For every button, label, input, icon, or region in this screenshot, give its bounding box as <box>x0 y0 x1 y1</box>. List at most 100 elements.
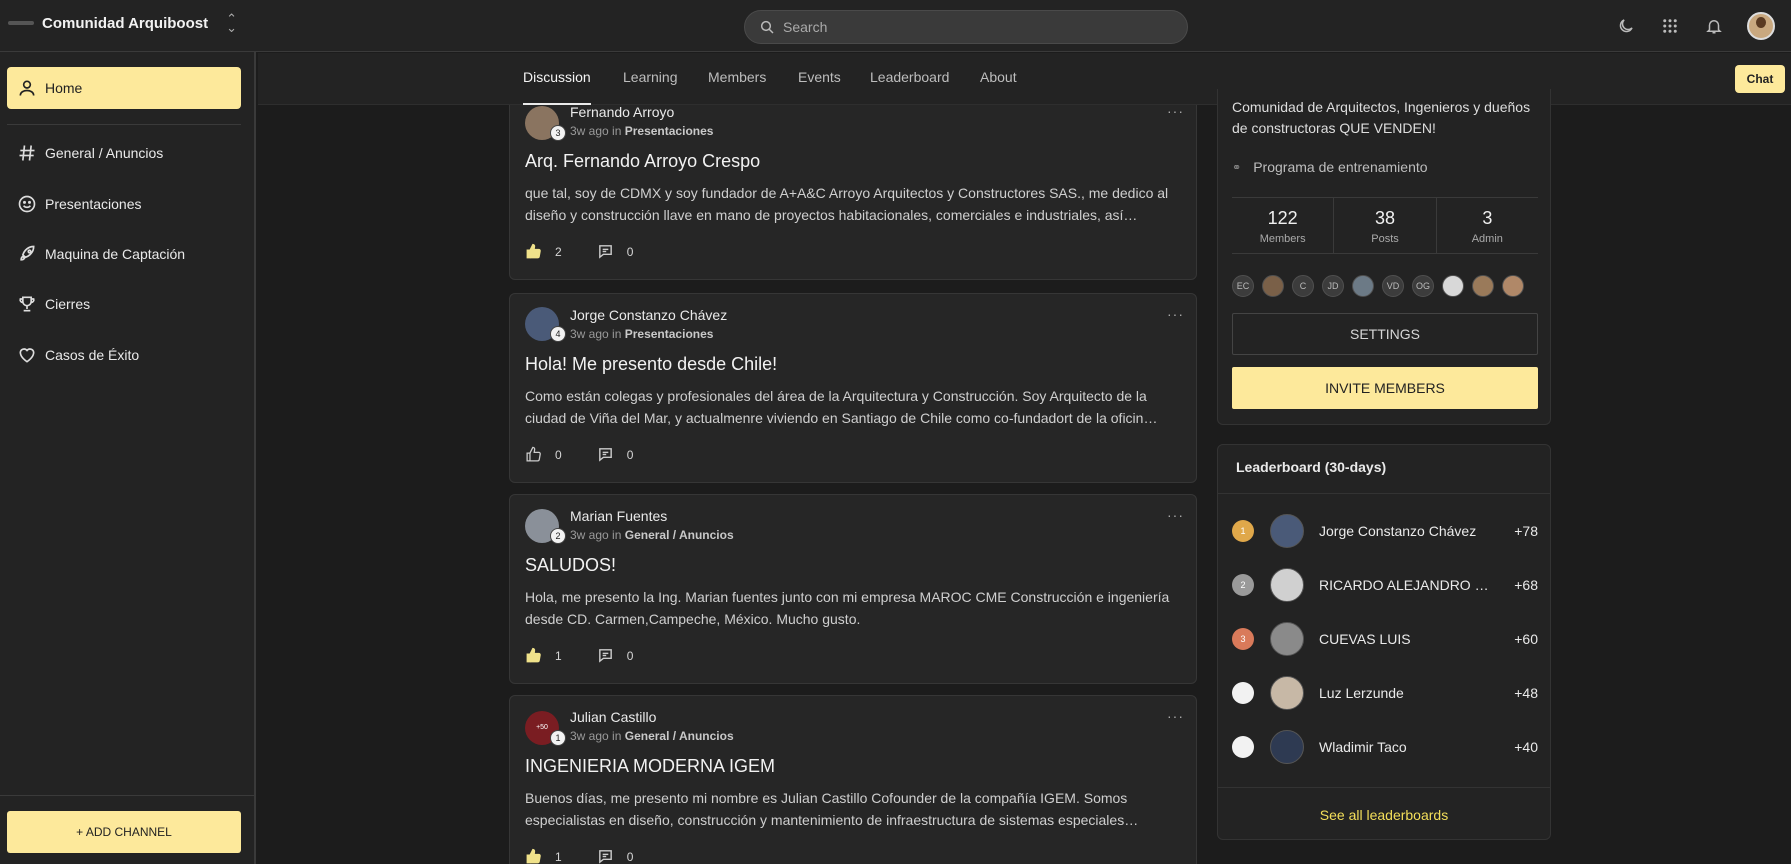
post-card[interactable]: 2 Marian Fuentes 3w ago in General / Anu… <box>509 494 1197 684</box>
leaderboard-row[interactable]: 3 CUEVAS LUIS +60 <box>1232 619 1538 659</box>
leaderboard-name[interactable]: Luz Lerzunde <box>1319 685 1489 701</box>
like-count: 1 <box>555 648 562 663</box>
avatar[interactable] <box>1270 514 1304 548</box>
leaderboard-row[interactable]: Wladimir Taco +40 <box>1232 727 1538 767</box>
post-title[interactable]: Hola! Me presento desde Chile! <box>525 354 777 375</box>
comment-icon[interactable] <box>597 848 614 864</box>
leaderboard-row[interactable]: 1 Jorge Constanzo Chávez +78 <box>1232 511 1538 551</box>
post-in: in <box>612 124 622 138</box>
member-avatar[interactable]: OG <box>1412 275 1434 297</box>
leaderboard-name[interactable]: Jorge Constanzo Chávez <box>1319 523 1489 539</box>
avatar[interactable] <box>1270 568 1304 602</box>
post-body: Buenos días, me presento mi nombre es Ju… <box>525 790 1139 828</box>
tab-leaderboard[interactable]: Leaderboard <box>870 53 949 105</box>
tab-about[interactable]: About <box>980 53 1017 105</box>
post-title[interactable]: INGENIERIA MODERNA IGEM <box>525 756 775 777</box>
sidebar-item-label: Presentaciones <box>45 196 142 212</box>
post-meta: 3w ago in Presentaciones <box>570 124 713 138</box>
leaderboard-name[interactable]: RICARDO ALEJANDRO CASTRO <box>1319 577 1489 593</box>
settings-button[interactable]: SETTINGS <box>1232 313 1538 355</box>
post-card[interactable]: 3 Fernando Arroyo 3w ago in Presentacion… <box>509 105 1197 280</box>
tab-members[interactable]: Members <box>708 53 766 105</box>
sidebar-item-presentaciones[interactable]: Presentaciones <box>7 183 241 225</box>
apps-grid-icon[interactable] <box>1659 15 1681 37</box>
leaderboard-name[interactable]: CUEVAS LUIS <box>1319 631 1489 647</box>
post-meta: 3w ago in General / Anuncios <box>570 528 734 542</box>
member-avatar[interactable] <box>1262 275 1284 297</box>
search-box[interactable] <box>744 10 1188 44</box>
thumbs-up-icon[interactable] <box>525 446 542 463</box>
comment-icon[interactable] <box>597 446 614 463</box>
search-input[interactable] <box>783 19 1163 35</box>
post-card[interactable]: 4 Jorge Constanzo Chávez 3w ago in Prese… <box>509 293 1197 483</box>
community-switcher[interactable]: Comunidad Arquiboost ⌃ ⌄ <box>8 12 237 34</box>
moon-icon[interactable] <box>1615 15 1637 37</box>
avatar[interactable] <box>1270 676 1304 710</box>
chat-button[interactable]: Chat <box>1735 65 1785 93</box>
post-channel[interactable]: General / Anuncios <box>625 729 734 743</box>
leaderboard-row[interactable]: Luz Lerzunde +48 <box>1232 673 1538 713</box>
stat-admin: 3 Admin <box>1435 198 1538 253</box>
post-menu-icon[interactable]: ··· <box>1167 708 1184 724</box>
post-actions: 2 0 <box>525 243 668 260</box>
avatar[interactable] <box>1270 622 1304 656</box>
user-avatar[interactable] <box>1747 12 1775 40</box>
comment-icon[interactable] <box>597 243 614 260</box>
tab-learning[interactable]: Learning <box>623 53 678 105</box>
post-channel[interactable]: Presentaciones <box>625 327 714 341</box>
invite-members-button[interactable]: INVITE MEMBERS <box>1232 367 1538 409</box>
post-channel[interactable]: Presentaciones <box>625 124 714 138</box>
post-body: Como están colegas y profesionales del á… <box>525 388 1158 426</box>
see-all-leaderboards-link[interactable]: See all leaderboards <box>1218 807 1550 823</box>
post-title[interactable]: SALUDOS! <box>525 555 616 576</box>
post-menu-icon[interactable]: ··· <box>1167 105 1184 119</box>
member-avatar[interactable]: JD <box>1322 275 1344 297</box>
tab-events[interactable]: Events <box>798 53 841 105</box>
sidebar-item-cierres[interactable]: Cierres <box>7 283 241 325</box>
leaderboard-row[interactable]: 2 RICARDO ALEJANDRO CASTRO +68 <box>1232 565 1538 605</box>
sidebar-item-casos[interactable]: Casos de Éxito <box>7 334 241 376</box>
sidebar-item-label: General / Anuncios <box>45 145 164 161</box>
chevron-updown-icon[interactable]: ⌃ ⌄ <box>226 12 237 34</box>
smile-icon <box>18 195 36 213</box>
bell-icon[interactable] <box>1703 15 1725 37</box>
leaderboard-panel: Leaderboard (30-days) 1 Jorge Constanzo … <box>1217 444 1551 840</box>
community-about-panel: Comunidad de Arquitectos, Ingenieros y d… <box>1217 89 1551 425</box>
thumbs-up-icon[interactable] <box>525 647 542 664</box>
author-name[interactable]: Julian Castillo <box>570 709 656 725</box>
post-actions: 0 0 <box>525 446 668 463</box>
member-avatar[interactable]: C <box>1292 275 1314 297</box>
post-menu-icon[interactable]: ··· <box>1167 507 1184 523</box>
sidebar-item-general[interactable]: General / Anuncios <box>7 132 241 174</box>
thumbs-up-icon[interactable] <box>525 243 542 260</box>
comment-icon[interactable] <box>597 647 614 664</box>
author-name[interactable]: Marian Fuentes <box>570 508 667 524</box>
post-title[interactable]: Arq. Fernando Arroyo Crespo <box>525 151 760 172</box>
member-avatar[interactable]: EC <box>1232 275 1254 297</box>
community-description: Comunidad de Arquitectos, Ingenieros y d… <box>1232 99 1531 136</box>
sidebar-item-label: Cierres <box>45 296 91 312</box>
post-actions: 1 0 <box>525 647 668 664</box>
member-avatar[interactable] <box>1442 275 1464 297</box>
member-avatar[interactable]: VD <box>1382 275 1404 297</box>
member-avatar[interactable] <box>1352 275 1374 297</box>
training-link[interactable]: ⚭ Programa de entrenamiento <box>1232 159 1428 175</box>
divider <box>7 124 241 125</box>
post-channel[interactable]: General / Anuncios <box>625 528 734 542</box>
author-name[interactable]: Jorge Constanzo Chávez <box>570 307 727 323</box>
add-channel-button[interactable]: + ADD CHANNEL <box>7 811 241 853</box>
member-avatar[interactable] <box>1502 275 1524 297</box>
avatar[interactable] <box>1270 730 1304 764</box>
link-icon: ⚭ <box>1232 161 1242 174</box>
member-avatar[interactable] <box>1472 275 1494 297</box>
leaderboard-name[interactable]: Wladimir Taco <box>1319 739 1489 755</box>
sidebar-item-maquina[interactable]: Maquina de Captación <box>7 233 241 275</box>
tab-discussion[interactable]: Discussion <box>523 53 591 105</box>
sidebar-item-home[interactable]: Home <box>7 67 241 109</box>
post-menu-icon[interactable]: ··· <box>1167 306 1184 322</box>
post-card[interactable]: +50 1 Julian Castillo 3w ago in General … <box>509 695 1197 864</box>
post-time: 3w ago <box>570 729 609 743</box>
rank-badge: 3 <box>1232 628 1254 650</box>
thumbs-up-icon[interactable] <box>525 848 542 864</box>
author-name[interactable]: Fernando Arroyo <box>570 105 674 120</box>
